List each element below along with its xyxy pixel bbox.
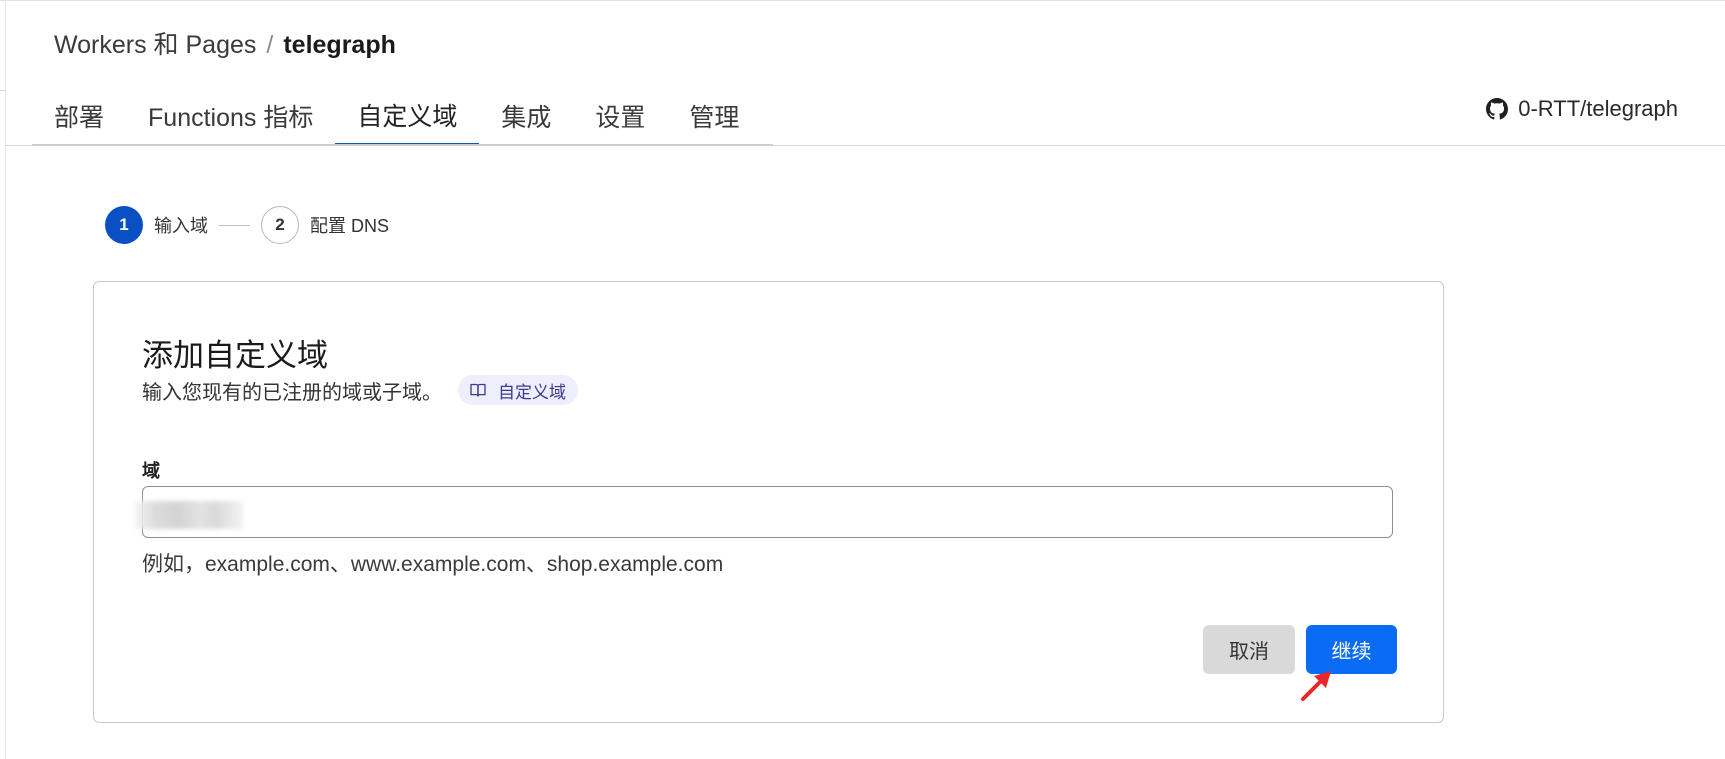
redacted-input-value bbox=[135, 501, 243, 529]
tab-integrations[interactable]: 集成 bbox=[479, 86, 573, 146]
card-description: 输入您现有的已注册的域或子域。 bbox=[142, 381, 442, 404]
left-divider-stub bbox=[0, 90, 6, 91]
breadcrumb-separator: / bbox=[266, 31, 274, 59]
tab-custom-domains[interactable]: 自定义域 bbox=[335, 86, 480, 146]
step-2-indicator: 2 bbox=[261, 206, 299, 244]
tab-manage[interactable]: 管理 bbox=[667, 86, 761, 146]
domain-input[interactable] bbox=[142, 486, 1393, 538]
top-border bbox=[0, 0, 1725, 1]
repo-link[interactable]: 0-RTT/telegraph bbox=[1486, 96, 1678, 122]
tab-deployments[interactable]: 部署 bbox=[32, 86, 126, 146]
left-divider bbox=[5, 0, 6, 759]
add-custom-domain-card: 添加自定义域 输入您现有的已注册的域或子域。 自定义域 域 例如，example… bbox=[93, 281, 1444, 723]
breadcrumb: Workers 和 Pages / telegraph bbox=[54, 28, 396, 62]
card-title: 添加自定义域 bbox=[142, 338, 328, 373]
github-icon bbox=[1486, 98, 1509, 120]
docs-link-label: 自定义域 bbox=[498, 382, 566, 402]
step-connector bbox=[219, 224, 250, 226]
step-1-label: 输入域 bbox=[154, 216, 208, 236]
step-2-label: 配置 DNS bbox=[310, 216, 390, 236]
card-description-row: 输入您现有的已注册的域或子域。 自定义域 bbox=[142, 375, 578, 405]
tab-functions-metrics[interactable]: Functions 指标 bbox=[126, 86, 335, 146]
stepper: 1 输入域 2 配置 DNS bbox=[105, 206, 389, 244]
tab-settings[interactable]: 设置 bbox=[573, 86, 667, 146]
tab-bar-track bbox=[32, 144, 773, 146]
book-icon bbox=[470, 383, 486, 397]
docs-link-chip[interactable]: 自定义域 bbox=[458, 375, 578, 405]
continue-button[interactable]: 继续 bbox=[1306, 625, 1397, 674]
tab-bar: 部署 Functions 指标 自定义域 集成 设置 管理 bbox=[32, 86, 761, 146]
breadcrumb-current: telegraph bbox=[283, 31, 396, 59]
step-1-indicator: 1 bbox=[105, 206, 143, 244]
breadcrumb-parent-link[interactable]: Workers 和 Pages bbox=[54, 31, 256, 59]
annotation-arrow-icon bbox=[1301, 671, 1331, 701]
domain-field-label: 域 bbox=[142, 461, 160, 481]
domain-hint: 例如，example.com、www.example.com、shop.exam… bbox=[142, 553, 724, 576]
repo-link-label: 0-RTT/telegraph bbox=[1518, 96, 1678, 121]
cancel-button[interactable]: 取消 bbox=[1203, 625, 1295, 674]
